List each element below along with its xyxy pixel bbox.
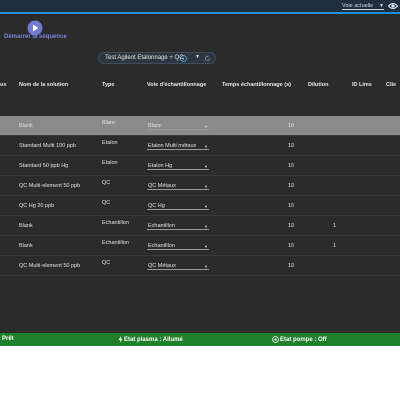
app-window: Voie actuelle ▼ Démarrer la séquence Tes… xyxy=(0,0,400,346)
voie-select[interactable]: Etalon Multi métaux ▼ xyxy=(147,139,209,150)
solution-type: Blanc xyxy=(102,120,116,126)
voie-select[interactable]: QC Hg ▼ xyxy=(147,199,209,210)
solution-name: Blank xyxy=(19,123,33,129)
solution-type: Etalon xyxy=(102,160,118,166)
column-header-client[interactable]: Clie xyxy=(386,82,396,88)
status-pump: Etat pompe : Off xyxy=(272,336,327,343)
status-plasma: Etat plasma : Allumé xyxy=(118,336,183,343)
solution-name: QC Multi-element 50 ppb xyxy=(19,263,81,269)
voie-actuelle-select[interactable]: Voie actuelle ▼ xyxy=(342,2,384,10)
voie-select[interactable]: QC Métaux ▼ xyxy=(147,259,209,270)
chevron-down-icon: ▼ xyxy=(204,264,208,269)
lightning-icon xyxy=(118,336,123,343)
status-plasma-text: Etat plasma : Allumé xyxy=(124,337,183,344)
dilution-value[interactable]: 1 xyxy=(330,223,336,229)
sampling-time[interactable]: 10 xyxy=(282,123,294,129)
chevron-down-icon: ▼ xyxy=(379,3,384,9)
voie-select[interactable]: Echantillon ▼ xyxy=(147,219,209,230)
voie-select[interactable]: QC Métaux ▼ xyxy=(147,179,209,190)
solution-name: Blank xyxy=(19,223,33,229)
solution-type: QC xyxy=(102,260,111,266)
table-row[interactable]: QC Multi-element 50 ppb QC QC Métaux ▼ 10 xyxy=(0,256,400,276)
eye-icon[interactable] xyxy=(388,2,398,10)
sampling-time[interactable]: 10 xyxy=(282,223,294,229)
voie-value: Echantillon xyxy=(148,223,175,229)
voie-value: QC Hg xyxy=(148,203,165,209)
table-row[interactable]: QC Hg 20 ppb QC QC Hg ▼ 10 xyxy=(0,196,400,216)
voie-value: QC Métaux xyxy=(148,263,176,269)
voie-actuelle-label: Voie actuelle xyxy=(342,2,374,9)
status-bar: Prêt Etat plasma : Allumé Etat pompe : O… xyxy=(0,333,400,346)
table-row[interactable]: Blank Blanc Blanc ▼ 10 xyxy=(0,116,400,136)
pump-icon xyxy=(272,336,279,343)
sampling-time[interactable]: 10 xyxy=(282,243,294,249)
dilution-value[interactable]: 1 xyxy=(330,243,336,249)
chevron-down-icon: ▼ xyxy=(204,224,208,229)
table-row[interactable]: QC Multi-element 50 ppb QC QC Métaux ▼ 10 xyxy=(0,176,400,196)
solution-name: QC Multi-element 50 ppb xyxy=(19,183,81,189)
chevron-down-icon: ▼ xyxy=(204,244,208,249)
sampling-time[interactable]: 10 xyxy=(282,163,294,169)
sequence-name: Test Agilent Etalonnage + QC xyxy=(105,55,184,61)
chevron-down-icon[interactable]: ▼ xyxy=(195,54,200,60)
voie-value: Etalon Hg xyxy=(148,163,173,169)
sampling-time[interactable]: 10 xyxy=(282,183,294,189)
voie-value: Blanc xyxy=(148,123,162,129)
solution-name: Standard Multi 100 ppb xyxy=(19,143,76,149)
table-row[interactable]: Standard 50 ppb Hg Etalon Etalon Hg ▼ 10 xyxy=(0,156,400,176)
solution-type: QC xyxy=(102,200,111,206)
solution-name: Standard 50 ppb Hg xyxy=(19,163,69,169)
solution-name: QC Hg 20 ppb xyxy=(19,203,55,209)
solution-name: Blank xyxy=(19,243,33,249)
chevron-down-icon: ▼ xyxy=(204,124,208,129)
sampling-time[interactable]: 10 xyxy=(282,143,294,149)
chevron-down-icon: ▼ xyxy=(204,164,208,169)
top-bar: Voie actuelle ▼ xyxy=(0,0,400,14)
sequence-selector[interactable]: Test Agilent Etalonnage + QC ▼ xyxy=(98,52,216,64)
column-header-type[interactable]: Type xyxy=(102,82,114,88)
voie-select[interactable]: Blanc ▼ xyxy=(147,119,209,130)
chevron-down-icon: ▼ xyxy=(204,204,208,209)
table-row[interactable]: Blank Echantillon Echantillon ▼ 10 1 xyxy=(0,216,400,236)
voie-value: QC Métaux xyxy=(148,183,176,189)
column-header-time[interactable]: Temps échantillonnage (s) xyxy=(222,82,291,88)
table-row[interactable]: Blank Echantillon Echantillon ▼ 10 1 xyxy=(0,236,400,256)
start-sequence-button[interactable]: Démarrer la séquence xyxy=(4,34,67,40)
voie-select[interactable]: Echantillon ▼ xyxy=(147,239,209,250)
column-header-dilution[interactable]: Dilution xyxy=(308,82,328,88)
solution-type: Echantillon xyxy=(102,240,129,246)
refresh-icon[interactable] xyxy=(204,55,211,62)
voie-value: Etalon Multi métaux xyxy=(148,143,197,149)
sampling-time[interactable]: 10 xyxy=(282,203,294,209)
voie-value: Echantillon xyxy=(148,243,175,249)
column-header-clipped: ux xyxy=(0,82,7,88)
column-header-name[interactable]: Nom de la solution xyxy=(19,82,68,88)
solution-type: QC xyxy=(102,180,111,186)
column-header-id-lims[interactable]: ID Lims xyxy=(352,82,372,88)
sampling-time[interactable]: 10 xyxy=(282,263,294,269)
solution-type: Etalon xyxy=(102,140,118,146)
info-icon[interactable] xyxy=(180,55,187,62)
chevron-down-icon: ▼ xyxy=(204,184,208,189)
status-pump-text: Etat pompe : Off xyxy=(280,337,327,344)
toolbar xyxy=(0,16,400,50)
table-row[interactable]: Standard Multi 100 ppb Etalon Etalon Multi… xyxy=(0,136,400,156)
chevron-down-icon: ▼ xyxy=(204,144,208,149)
column-header-voie[interactable]: Voie d'échantillonnage xyxy=(147,82,206,88)
voie-select[interactable]: Etalon Hg ▼ xyxy=(147,159,209,170)
solution-type: Echantillon xyxy=(102,220,129,226)
status-ready: Prêt xyxy=(2,336,14,342)
